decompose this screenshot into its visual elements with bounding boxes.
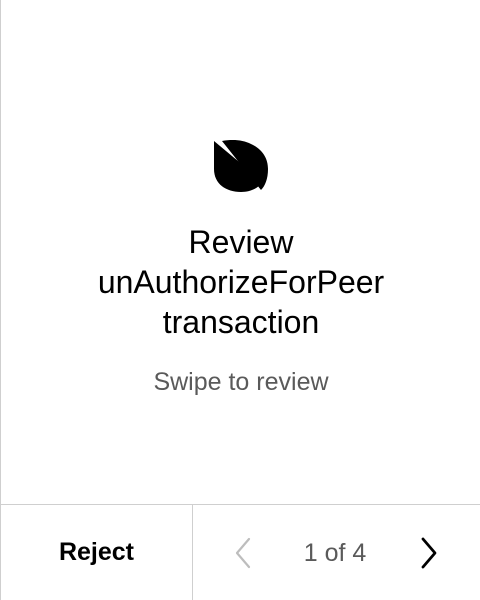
title-line-method: unAuthorizeForPeer: [97, 264, 385, 300]
next-page-button[interactable]: [417, 535, 441, 571]
chevron-right-icon: [421, 537, 437, 569]
review-panel[interactable]: Review unAuthorizeForPeer transaction Sw…: [1, 0, 480, 504]
ontology-icon: [214, 140, 268, 192]
reject-button[interactable]: Reject: [1, 505, 193, 600]
chevron-left-icon: [235, 537, 251, 569]
page-indicator: 1 of 4: [303, 539, 367, 567]
pagination: 1 of 4: [193, 505, 480, 600]
device-screen: Review unAuthorizeForPeer transaction Sw…: [0, 0, 480, 600]
previous-page-button[interactable]: [231, 535, 255, 571]
review-footer: Reject 1 of 4: [1, 504, 480, 600]
swipe-hint: Swipe to review: [153, 368, 329, 396]
title-line-review: Review: [188, 224, 294, 260]
title-line-transaction: transaction: [162, 304, 320, 340]
page-title: Review unAuthorizeForPeer transaction: [1, 222, 480, 342]
